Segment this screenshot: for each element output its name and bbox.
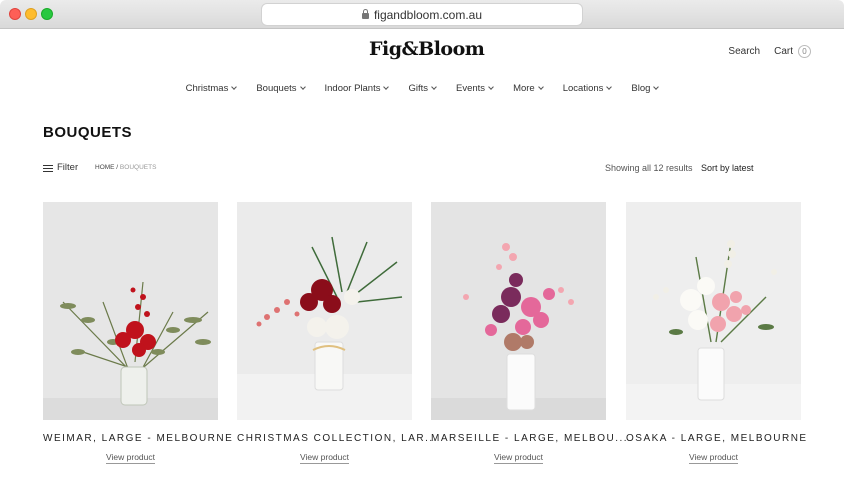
nav-item-bouquets[interactable]: Bouquets: [256, 83, 306, 94]
address-bar[interactable]: figandbloom.com.au: [262, 4, 582, 25]
nav-label: Locations: [562, 83, 604, 94]
filter-label: Filter: [57, 162, 79, 173]
nav-label: Bouquets: [256, 83, 297, 94]
chevron-down-icon: [431, 83, 437, 90]
breadcrumb-current: BOUQUETS: [119, 164, 157, 171]
site-logo[interactable]: Fig&Bloom: [369, 38, 485, 60]
nav-item-christmas[interactable]: Christmas: [185, 83, 238, 94]
nav-label: Blog: [631, 83, 651, 94]
view-product-link[interactable]: View product: [300, 452, 349, 464]
nav-label: Christmas: [185, 83, 229, 94]
sort-dropdown[interactable]: Sort by latest: [701, 163, 754, 173]
nav-label: Events: [456, 83, 486, 94]
view-product-link[interactable]: View product: [689, 452, 738, 464]
browser-titlebar: figandbloom.com.au: [0, 0, 844, 29]
nav-label: More: [513, 83, 535, 94]
main-nav: Christmas Bouquets Indoor Plants Gifts E…: [0, 83, 844, 94]
product-name[interactable]: MARSEILLE - LARGE, MELBOU...: [431, 433, 627, 444]
product-card[interactable]: CHRISTMAS COLLECTION, LAR... View produc…: [237, 202, 436, 464]
product-name[interactable]: CHRISTMAS COLLECTION, LAR...: [237, 433, 436, 444]
filter-icon: [43, 164, 53, 172]
filter-button[interactable]: Filter: [43, 162, 78, 173]
breadcrumb-home[interactable]: HOME: [95, 164, 115, 171]
chevron-down-icon: [537, 83, 544, 90]
page-title: BOUQUETS: [43, 124, 133, 141]
chevron-down-icon: [231, 83, 238, 90]
product-name[interactable]: WEIMAR, LARGE - MELBOURNE: [43, 433, 232, 444]
chevron-down-icon: [488, 83, 494, 90]
product-image[interactable]: [431, 202, 606, 420]
nav-item-locations[interactable]: Locations: [562, 83, 613, 94]
product-card[interactable]: MARSEILLE - LARGE, MELBOU... View produc…: [431, 202, 627, 464]
product-card[interactable]: OSAKA - LARGE, MELBOURNE View product: [626, 202, 806, 464]
lock-icon: [361, 8, 369, 19]
product-image[interactable]: [626, 202, 801, 420]
nav-item-more[interactable]: More: [513, 83, 544, 94]
product-image[interactable]: [237, 202, 412, 420]
product-name[interactable]: OSAKA - LARGE, MELBOURNE: [626, 433, 806, 444]
nav-label: Gifts: [408, 83, 429, 94]
url-text: figandbloom.com.au: [373, 7, 483, 22]
nav-label: Indoor Plants: [324, 83, 381, 94]
chevron-down-icon: [606, 83, 613, 90]
results-count: Showing all 12 results: [605, 163, 693, 173]
cart-link[interactable]: Cart: [774, 46, 793, 57]
view-product-link[interactable]: View product: [106, 452, 155, 464]
chevron-down-icon: [653, 83, 660, 90]
nav-item-blog[interactable]: Blog: [631, 83, 660, 94]
nav-item-indoor-plants[interactable]: Indoor Plants: [324, 83, 390, 94]
chevron-down-icon: [299, 83, 306, 90]
minimize-window-button[interactable]: [25, 8, 37, 20]
breadcrumb: HOME / BOUQUETS: [95, 164, 156, 171]
header-actions: Search Cart 0: [728, 45, 811, 58]
close-window-button[interactable]: [9, 8, 21, 20]
nav-item-gifts[interactable]: Gifts: [408, 83, 437, 94]
nav-item-events[interactable]: Events: [456, 83, 494, 94]
product-image[interactable]: [43, 202, 218, 420]
cart-count-badge[interactable]: 0: [798, 45, 811, 58]
search-link[interactable]: Search: [728, 46, 760, 57]
product-card[interactable]: WEIMAR, LARGE - MELBOURNE View product: [43, 202, 232, 464]
maximize-window-button[interactable]: [41, 8, 53, 20]
chevron-down-icon: [383, 83, 390, 90]
view-product-link[interactable]: View product: [494, 452, 543, 464]
